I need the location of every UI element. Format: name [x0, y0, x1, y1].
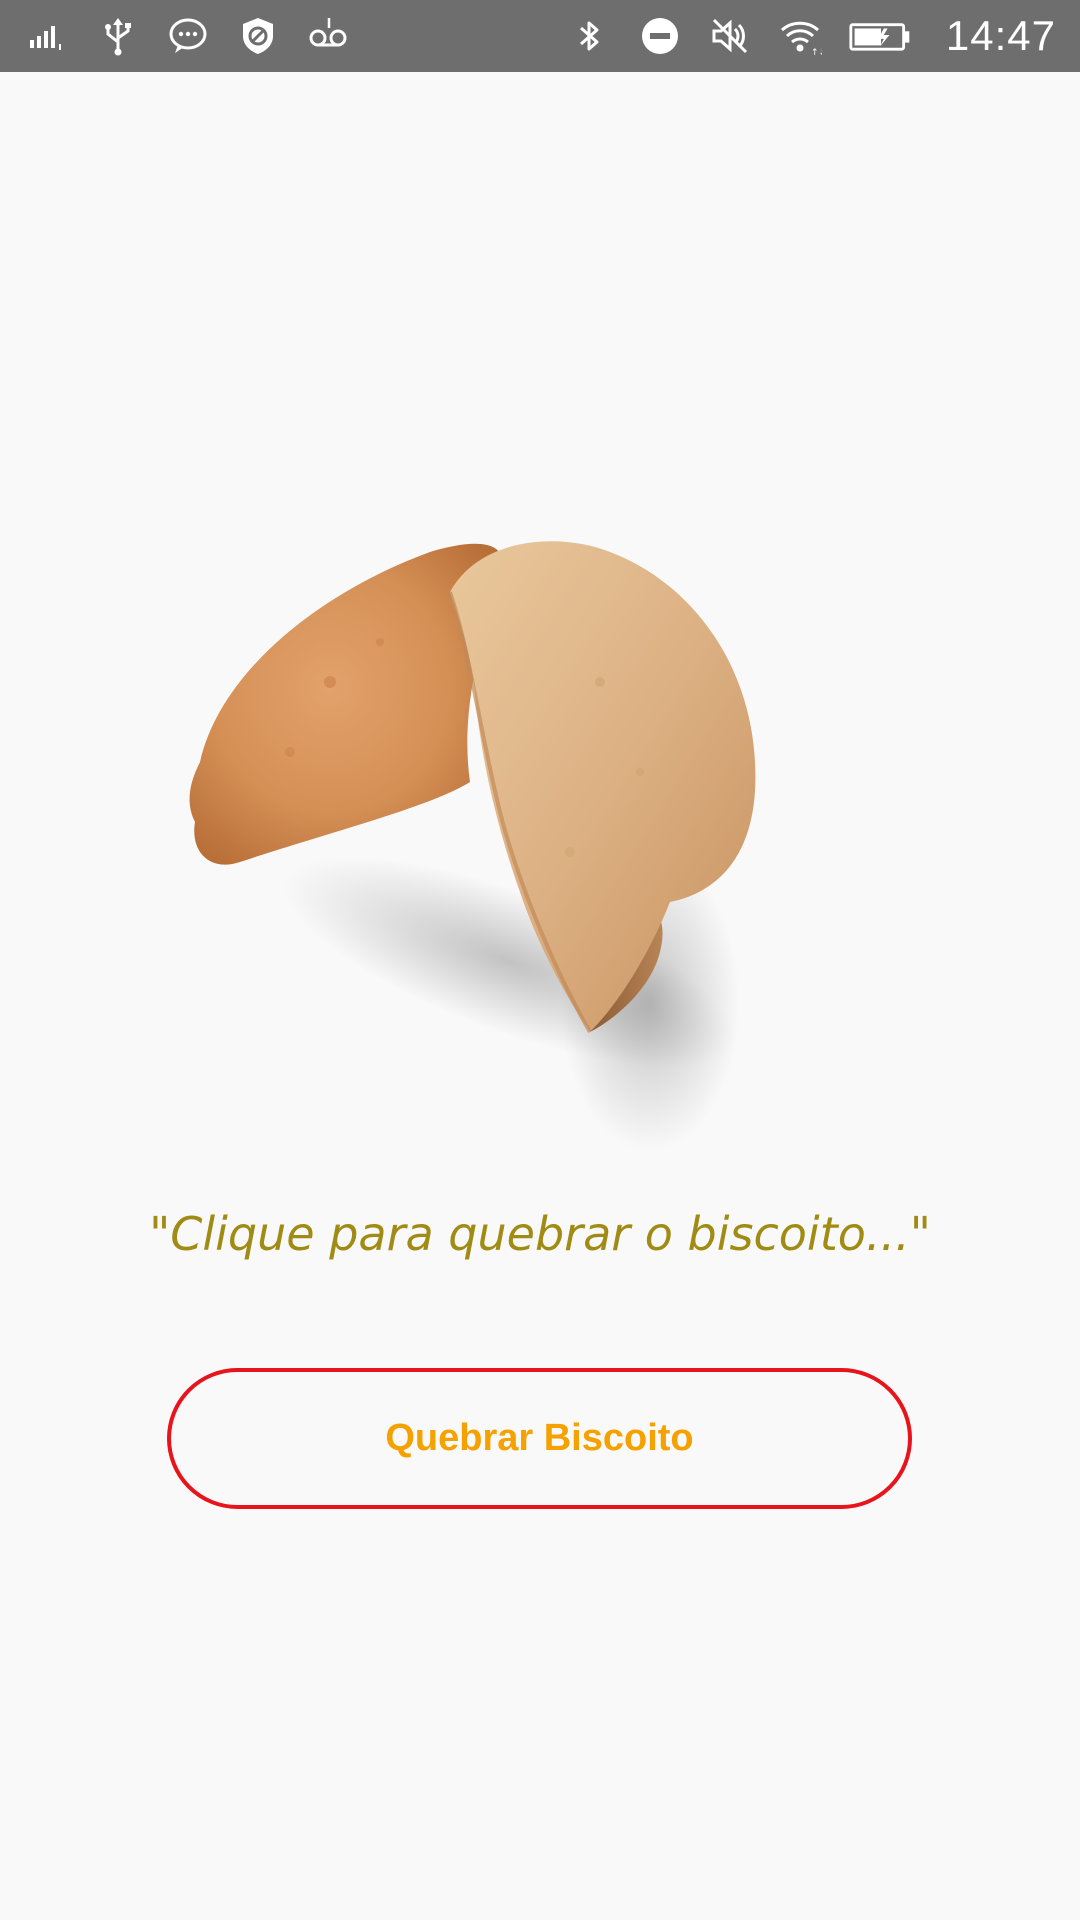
bluetooth-icon — [566, 12, 614, 60]
status-time: 14:47 — [945, 12, 1056, 59]
wifi-icon: ↑↓ — [776, 12, 824, 60]
shield-icon — [234, 12, 282, 60]
message-icon — [164, 12, 212, 60]
main-screen: "Clique para quebrar o biscoito..." Queb… — [0, 72, 1080, 1920]
usb-icon — [94, 12, 142, 60]
prompt-text: "Clique para quebrar o biscoito..." — [149, 1207, 931, 1261]
voicemail-icon — [304, 12, 352, 60]
signal-icon — [24, 12, 72, 60]
fortune-cookie-image[interactable] — [180, 532, 840, 1192]
do-not-disturb-icon — [636, 12, 684, 60]
status-bar-left — [24, 12, 352, 60]
break-cookie-button[interactable]: Quebrar Biscoito — [167, 1368, 912, 1509]
vibrate-off-icon — [706, 12, 754, 60]
break-cookie-button-label: Quebrar Biscoito — [385, 1417, 694, 1459]
svg-text:↑↓: ↑↓ — [811, 48, 822, 58]
status-bar-right: ↑↓ 14:47 — [566, 12, 1056, 60]
status-bar: ↑↓ 14:47 — [0, 0, 1080, 72]
battery-icon — [846, 12, 916, 60]
